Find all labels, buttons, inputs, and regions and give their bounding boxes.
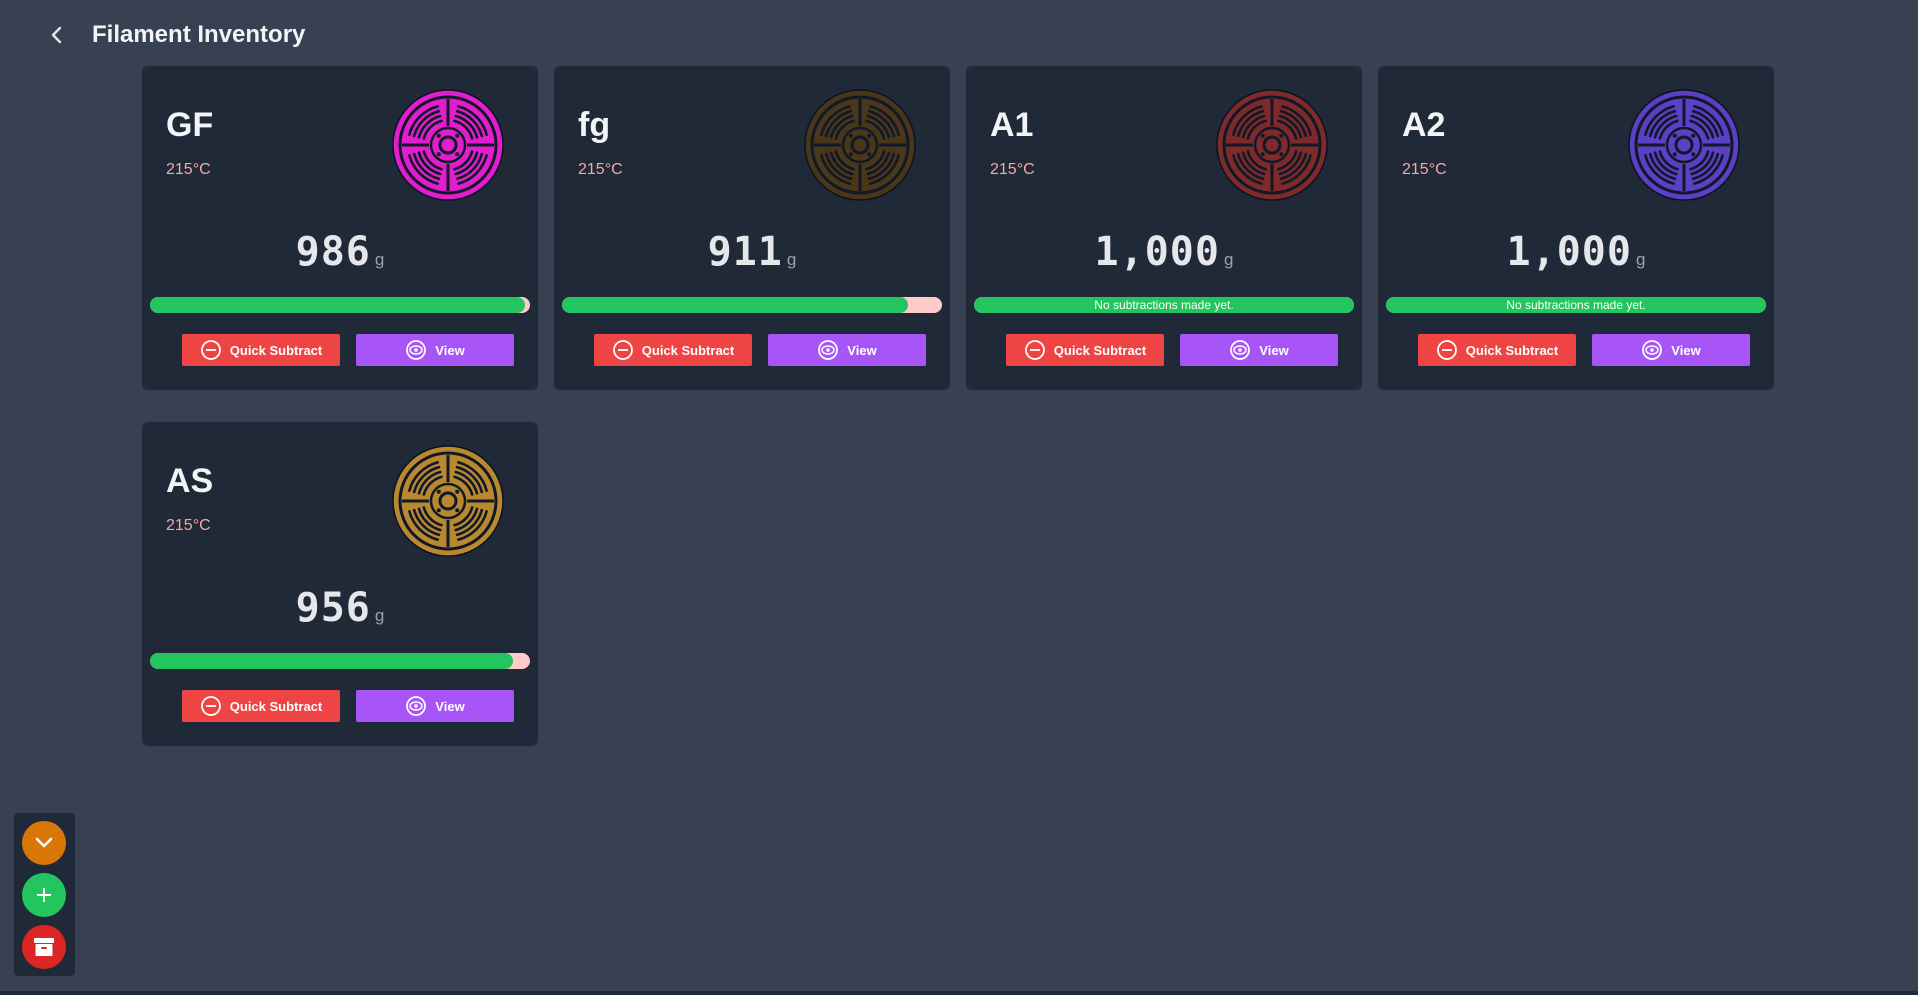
spool-weight: 986 g	[142, 229, 538, 275]
spool-card: A1 215°C 1,000 g No subtractions made yet…	[966, 66, 1362, 390]
quick-subtract-button[interactable]: Quick Subtract	[594, 334, 752, 366]
spool-card: A2 215°C 1,000 g No subtractions made yet…	[1378, 66, 1774, 390]
weight-unit: g	[1635, 250, 1646, 269]
weight-value: 1,000	[1506, 229, 1632, 275]
spool-temperature: 215°C	[990, 161, 1035, 178]
weight-value: 986	[295, 229, 371, 275]
view-button[interactable]: View	[768, 334, 926, 366]
minus-circle-icon	[1436, 340, 1457, 360]
progress-status-text	[150, 297, 530, 313]
spool-weight: 1,000 g	[1378, 229, 1774, 275]
weight-unit: g	[374, 606, 385, 625]
back-button[interactable]	[46, 24, 68, 46]
plus-icon	[37, 888, 51, 902]
spool-name: GF	[166, 106, 214, 144]
eye-icon	[1642, 340, 1663, 360]
minus-circle-icon	[612, 340, 633, 360]
quick-subtract-button[interactable]: Quick Subtract	[182, 334, 340, 366]
spool-card: GF 215°C 986 g Quick Subtract View	[142, 66, 538, 390]
spool-weight: 1,000 g	[966, 229, 1362, 275]
progress-status-text: No subtractions made yet.	[1506, 298, 1646, 312]
page-title: Filament Inventory	[92, 21, 306, 48]
quick-subtract-label: Quick Subtract	[229, 342, 323, 358]
weight-value: 911	[707, 229, 783, 275]
spool-name: A1	[990, 106, 1034, 144]
spool-icon	[392, 89, 504, 201]
quick-subtract-label: Quick Subtract	[641, 342, 735, 358]
view-button[interactable]: View	[1592, 334, 1750, 366]
spool-temperature: 215°C	[166, 517, 211, 534]
spool-name: fg	[578, 106, 611, 144]
view-label: View	[435, 342, 465, 358]
remaining-progress-bar	[150, 653, 530, 669]
weight-value: 956	[295, 585, 371, 631]
spool-name: AS	[166, 462, 214, 500]
view-button[interactable]: View	[356, 334, 514, 366]
spool-weight: 956 g	[142, 585, 538, 631]
card-actions: Quick Subtract View	[182, 334, 514, 366]
collapse-button[interactable]	[22, 821, 66, 865]
chevron-left-icon	[51, 26, 62, 44]
spool-temperature: 215°C	[578, 161, 623, 178]
minus-circle-icon	[1024, 340, 1045, 360]
bottom-edge	[0, 991, 1918, 995]
spool-temperature: 215°C	[166, 161, 211, 178]
remaining-progress-bar: No subtractions made yet.	[974, 297, 1354, 313]
spool-weight: 911 g	[554, 229, 950, 275]
quick-subtract-label: Quick Subtract	[1053, 342, 1147, 358]
spool-card: AS 215°C 956 g Quick Subtract View	[142, 422, 538, 746]
page-header: Filament Inventory	[46, 18, 305, 52]
chevron-down-icon	[35, 837, 53, 848]
remaining-progress-bar	[562, 297, 942, 313]
quick-subtract-button[interactable]: Quick Subtract	[182, 690, 340, 722]
spool-icon	[1628, 89, 1740, 201]
eye-icon	[818, 340, 839, 360]
eye-icon	[406, 696, 427, 716]
spool-icon	[1216, 89, 1328, 201]
weight-unit: g	[1223, 250, 1234, 269]
floating-action-panel	[14, 813, 75, 976]
add-spool-button[interactable]	[22, 873, 66, 917]
weight-value: 1,000	[1094, 229, 1220, 275]
minus-circle-icon	[200, 696, 221, 716]
archive-button[interactable]	[22, 925, 66, 969]
progress-status-text	[150, 653, 530, 669]
view-button[interactable]: View	[356, 690, 514, 722]
spool-icon	[804, 89, 916, 201]
card-actions: Quick Subtract View	[182, 690, 514, 722]
progress-status-text: No subtractions made yet.	[1094, 298, 1234, 312]
view-label: View	[1671, 342, 1701, 358]
spool-card: fg 215°C 911 g Quick Subtract View	[554, 66, 950, 390]
eye-icon	[1230, 340, 1251, 360]
card-actions: Quick Subtract View	[1418, 334, 1750, 366]
weight-unit: g	[786, 250, 797, 269]
quick-subtract-button[interactable]: Quick Subtract	[1418, 334, 1576, 366]
archive-icon	[34, 938, 54, 956]
quick-subtract-button[interactable]: Quick Subtract	[1006, 334, 1164, 366]
spool-temperature: 215°C	[1402, 161, 1447, 178]
card-actions: Quick Subtract View	[594, 334, 926, 366]
minus-circle-icon	[200, 340, 221, 360]
quick-subtract-label: Quick Subtract	[229, 698, 323, 714]
view-label: View	[847, 342, 877, 358]
view-label: View	[435, 698, 465, 714]
remaining-progress-bar	[150, 297, 530, 313]
weight-unit: g	[374, 250, 385, 269]
remaining-progress-bar: No subtractions made yet.	[1386, 297, 1766, 313]
spool-name: A2	[1402, 106, 1446, 144]
view-button[interactable]: View	[1180, 334, 1338, 366]
quick-subtract-label: Quick Subtract	[1465, 342, 1559, 358]
card-actions: Quick Subtract View	[1006, 334, 1338, 366]
eye-icon	[406, 340, 427, 360]
spool-grid: GF 215°C 986 g Quick Subtract View fg 215…	[142, 66, 1774, 746]
view-label: View	[1259, 342, 1289, 358]
spool-icon	[392, 445, 504, 557]
progress-status-text	[562, 297, 942, 313]
